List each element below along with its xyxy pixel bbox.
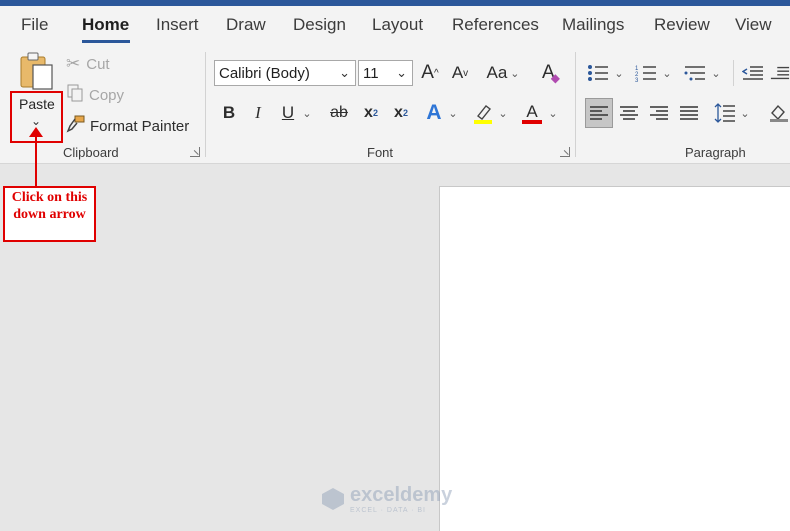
group-divider (575, 52, 576, 157)
justify-icon[interactable] (677, 100, 701, 126)
chevron-down-icon[interactable]: ⌄ (612, 60, 626, 86)
ribbon-tabs: File Home Insert Draw Design Layout Refe… (0, 6, 790, 46)
paste-icon[interactable] (12, 50, 62, 92)
italic-icon[interactable]: I (247, 100, 269, 126)
bold-icon[interactable]: B (218, 100, 240, 126)
chevron-down-icon[interactable]: ⌄ (546, 100, 560, 126)
annotation-arrow-line (35, 132, 37, 187)
highlighter-icon[interactable] (470, 100, 496, 126)
group-divider (205, 52, 206, 157)
paragraph-group-label: Paragraph (685, 145, 746, 160)
chevron-down-icon[interactable]: ⌄ (709, 60, 723, 86)
change-case-button[interactable]: Aa ⌄ (482, 60, 524, 86)
strikethrough-icon[interactable]: ab (326, 100, 352, 126)
decrease-indent-icon[interactable] (741, 60, 765, 86)
copy-icon (66, 84, 84, 106)
copy-button[interactable]: Copy (66, 84, 124, 106)
ribbon-home: Paste ⌄ ✂ Cut Copy Format Painter Clipbo… (0, 46, 790, 164)
chevron-down-icon[interactable]: ⌄ (738, 100, 752, 126)
clipboard-launcher-icon[interactable] (190, 147, 200, 157)
chevron-down-icon: ⌄ (510, 67, 520, 80)
subscript-icon[interactable]: x2 (360, 100, 382, 126)
multilevel-list-icon[interactable] (683, 60, 707, 86)
change-case-label: Aa (486, 63, 508, 82)
shrink-font-icon[interactable]: Av (448, 60, 472, 86)
chevron-down-icon[interactable]: ⌄ (300, 100, 314, 126)
increase-indent-icon[interactable] (770, 60, 790, 86)
cut-label: Cut (86, 55, 110, 73)
scissors-icon: ✂ (66, 54, 81, 73)
superscript-icon[interactable]: x2 (390, 100, 412, 126)
exceldemy-logo-icon (322, 488, 344, 510)
format-painter-label: Format Painter (90, 117, 190, 135)
align-right-icon[interactable] (647, 100, 671, 126)
tab-file[interactable]: File (21, 15, 48, 35)
tab-design[interactable]: Design (293, 15, 346, 35)
tab-home[interactable]: Home (82, 15, 129, 35)
tab-draw[interactable]: Draw (226, 15, 266, 35)
paintbrush-icon (66, 114, 86, 138)
svg-text:3: 3 (635, 78, 639, 82)
chevron-down-icon: ⌄ (339, 65, 350, 80)
tab-review[interactable]: Review (654, 15, 710, 35)
copy-label: Copy (89, 86, 125, 104)
format-painter-button[interactable]: Format Painter (66, 114, 189, 138)
watermark: exceldemy EXCEL · DATA · BI (320, 484, 452, 514)
grow-font-icon[interactable]: A ^ (418, 60, 442, 86)
watermark-title: exceldemy (350, 484, 453, 506)
font-name-value: Calibri (Body) (219, 64, 310, 82)
divider (733, 60, 734, 86)
chevron-down-icon[interactable]: ⌄ (496, 100, 510, 126)
underline-icon[interactable]: U (277, 100, 299, 126)
document-page[interactable] (439, 186, 790, 531)
clipboard-group-label: Clipboard (63, 145, 119, 160)
tab-mailings[interactable]: Mailings (562, 15, 624, 35)
chevron-down-icon[interactable]: ⌄ (660, 60, 674, 86)
watermark-subtitle: EXCEL · DATA · BI (350, 507, 426, 514)
chevron-down-icon: ⌄ (396, 65, 407, 80)
clear-formatting-icon[interactable]: A ◆ (538, 60, 564, 86)
font-launcher-icon[interactable] (560, 147, 570, 157)
tab-layout[interactable]: Layout (372, 15, 423, 35)
font-group-label: Font (367, 145, 394, 160)
cut-button[interactable]: ✂ Cut (66, 54, 110, 74)
font-size-dropdown[interactable]: 11 ⌄ (358, 60, 413, 86)
align-left-icon[interactable] (585, 98, 613, 128)
shading-icon[interactable] (768, 100, 790, 126)
bullets-icon[interactable] (586, 60, 610, 86)
active-tab-indicator (82, 40, 130, 43)
tab-view[interactable]: View (735, 15, 772, 35)
tab-insert[interactable]: Insert (156, 15, 199, 35)
annotation-callout: Click on this down arrow (3, 186, 96, 242)
line-spacing-icon[interactable] (712, 100, 738, 126)
text-effects-icon[interactable]: A (423, 100, 445, 126)
numbering-icon[interactable]: 123 (634, 60, 658, 86)
font-name-dropdown[interactable]: Calibri (Body) ⌄ (214, 60, 356, 86)
chevron-down-icon[interactable]: ⌄ (446, 100, 460, 126)
tab-references[interactable]: References (452, 15, 539, 35)
align-center-icon[interactable] (617, 100, 641, 126)
font-size-value: 11 (363, 64, 379, 82)
font-color-icon[interactable]: A (519, 100, 545, 126)
